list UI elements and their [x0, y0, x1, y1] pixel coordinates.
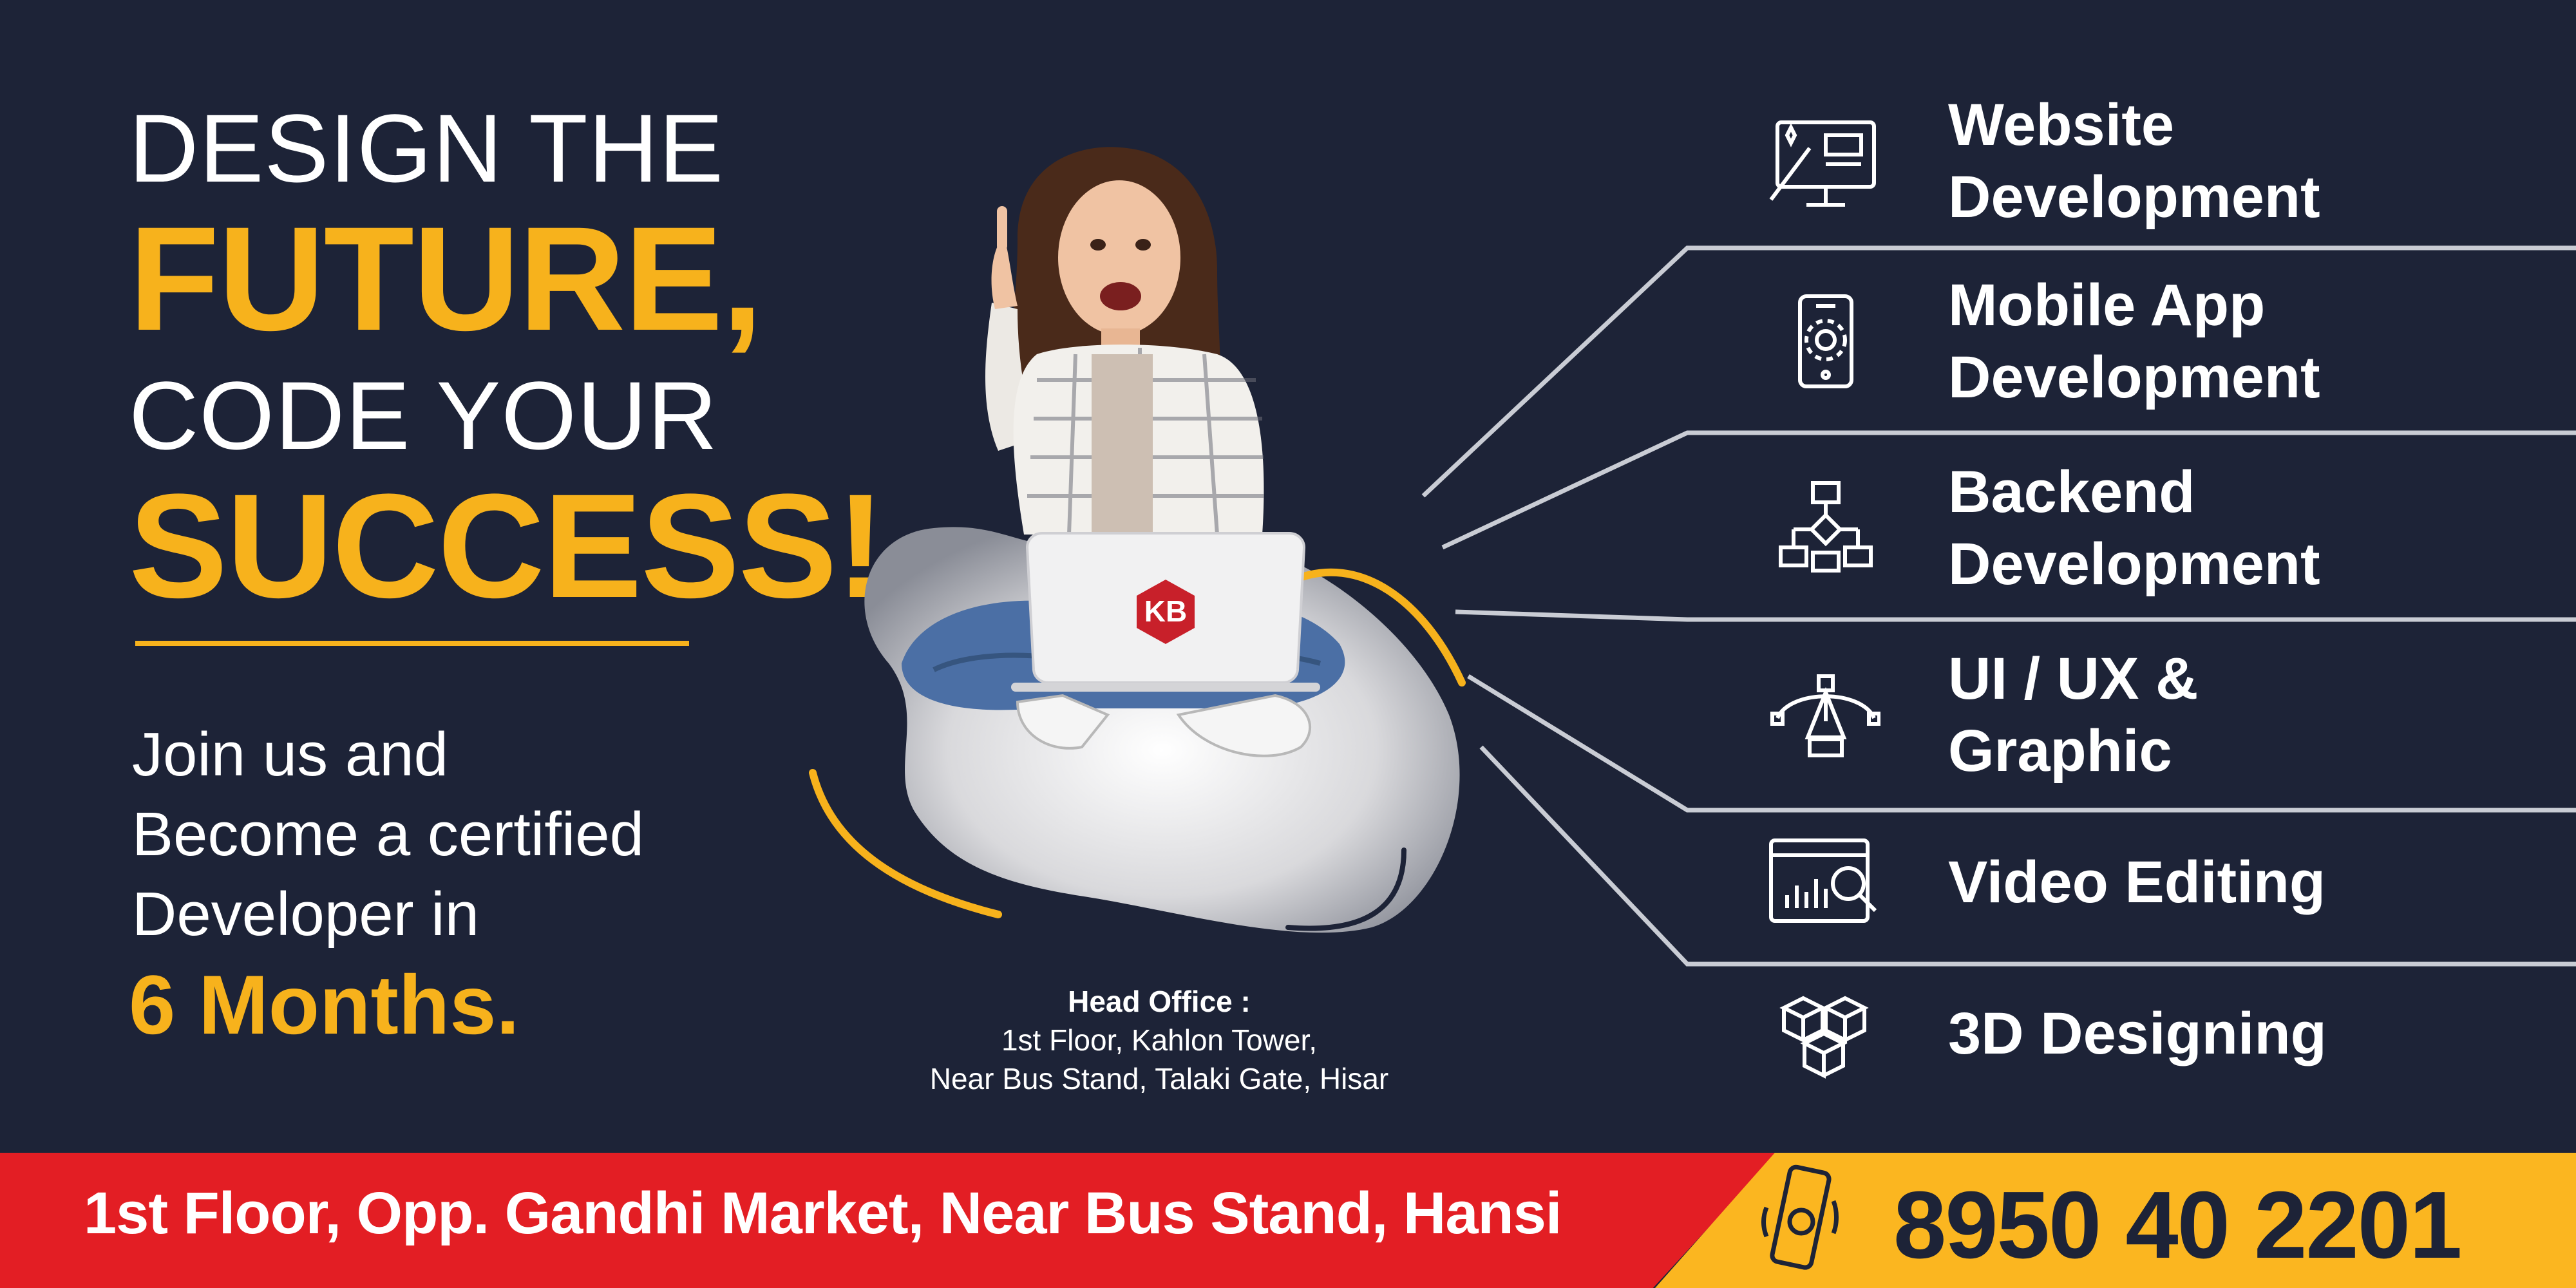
- service-item-ui-ux-graphic: UI / UX & Graphic: [1765, 641, 2409, 789]
- service-label: Video Editing: [1948, 849, 2326, 915]
- footer-bar: 1st Floor, Opp. Gandhi Market, Near Bus …: [0, 1153, 2576, 1288]
- service-label: Website Development: [1948, 92, 2320, 230]
- service-item-website-development: Website Development: [1765, 87, 2409, 235]
- footer-address: 1st Floor, Opp. Gandhi Market, Near Bus …: [84, 1180, 1562, 1246]
- service-item-3d-designing: 3D Designing: [1765, 960, 2409, 1108]
- web-design-monitor-icon: [1765, 100, 1893, 222]
- pen-tool-icon: [1765, 654, 1893, 776]
- service-item-video-editing: Video Editing: [1765, 808, 2409, 956]
- service-label: UI / UX & Graphic: [1948, 646, 2199, 784]
- mobile-gear-icon: [1765, 280, 1893, 402]
- phone-icon: [1761, 1164, 1839, 1270]
- service-item-mobile-app-development: Mobile App Development: [1765, 267, 2409, 415]
- analytics-search-icon: [1765, 821, 1893, 943]
- flowchart-icon: [1765, 467, 1893, 589]
- service-label: Backend Development: [1948, 459, 2320, 597]
- 3d-cubes-icon: [1765, 972, 1893, 1095]
- banner: DESIGN THE FUTURE, CODE YOUR SUCCESS! Jo…: [0, 0, 2576, 1288]
- footer-phone-number[interactable]: 8950 40 2201: [1893, 1171, 2462, 1280]
- service-label: Mobile App Development: [1948, 272, 2320, 410]
- service-label: 3D Designing: [1948, 1001, 2327, 1066]
- service-item-backend-development: Backend Development: [1765, 454, 2409, 602]
